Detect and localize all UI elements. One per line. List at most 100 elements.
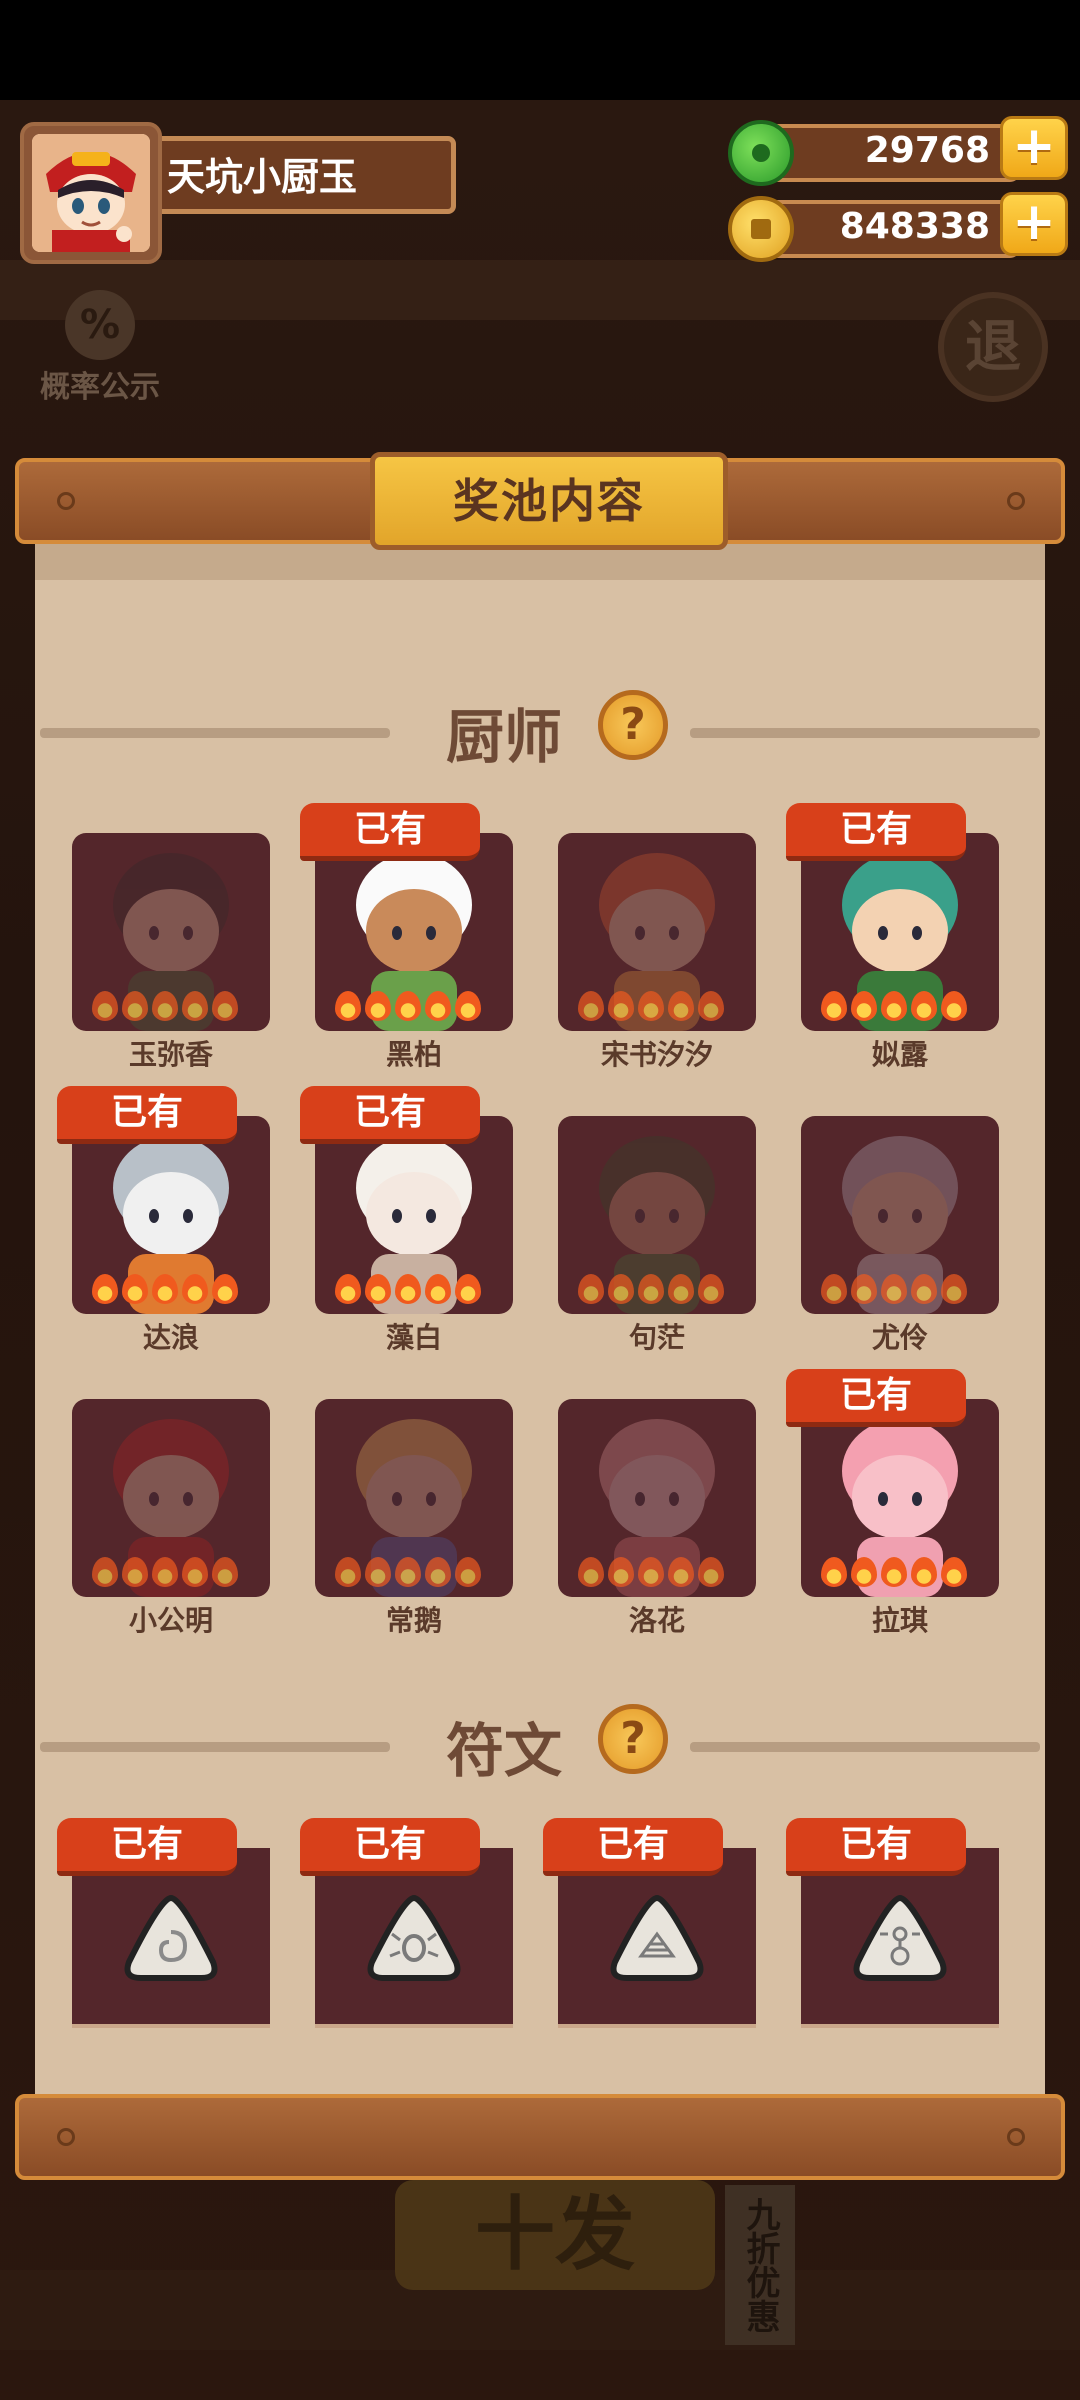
flame-icon [821, 1274, 847, 1304]
chef-card[interactable] [315, 833, 513, 1031]
star-rating [578, 1557, 728, 1591]
chef-help-button[interactable]: ? [598, 690, 668, 760]
owned-badge: 已有 [543, 1818, 723, 1876]
flame-icon [425, 991, 451, 1021]
chef-name: 玉弥香 [128, 1038, 213, 1071]
chef-card[interactable] [801, 833, 999, 1031]
chef-name: 句茫 [628, 1321, 685, 1354]
flame-icon [698, 1274, 724, 1304]
star-rating [578, 1274, 728, 1308]
chef-name: 宋书汐汐 [600, 1038, 713, 1071]
player-avatar[interactable] [20, 122, 162, 264]
exit-button[interactable]: 退 [938, 292, 1048, 402]
discount-tag: 九折优惠 [725, 2185, 795, 2345]
star-rating [578, 991, 728, 1025]
probability-button[interactable]: % 概率公示 [30, 290, 170, 410]
chef-card[interactable] [558, 1399, 756, 1597]
star-rating [92, 991, 242, 1025]
flower-rune-icon [853, 1894, 947, 1981]
flame-icon [152, 1274, 178, 1304]
flame-icon [941, 991, 967, 1021]
chef-card[interactable] [801, 1116, 999, 1314]
flame-icon [212, 1557, 238, 1587]
chef-name: 达浪 [142, 1321, 199, 1354]
flame-icon [212, 991, 238, 1021]
chef-name: 小公明 [128, 1604, 213, 1637]
section-divider [40, 728, 390, 738]
chef-card[interactable] [72, 1116, 270, 1314]
flame-icon [911, 991, 937, 1021]
flame-icon [608, 991, 634, 1021]
chef-name: 黑柏 [385, 1038, 442, 1071]
owned-badge: 已有 [300, 1818, 480, 1876]
coin-value: 848338 [839, 206, 990, 247]
flame-icon [365, 1557, 391, 1587]
flame-icon [212, 1274, 238, 1304]
section-divider [690, 728, 1040, 738]
section-divider [40, 1742, 390, 1752]
flame-icon [851, 1557, 877, 1587]
chef-name: 姒露 [871, 1038, 928, 1071]
coin-icon [728, 196, 794, 262]
flame-icon [182, 991, 208, 1021]
chef-card[interactable] [315, 1399, 513, 1597]
chef-name: 藻白 [385, 1321, 442, 1354]
probability-label: 概率公示 [40, 370, 160, 405]
rune-help-button[interactable]: ? [598, 1704, 668, 1774]
flame-icon [851, 991, 877, 1021]
rune-section-title: 符文 [446, 1717, 563, 1785]
player-name: 天坑小厨玉 [167, 155, 358, 199]
star-rating [821, 1557, 971, 1591]
flame-icon [335, 1274, 361, 1304]
flame-icon [578, 991, 604, 1021]
flame-icon [941, 1557, 967, 1587]
chef-name: 洛花 [628, 1604, 685, 1637]
chef-card[interactable] [72, 833, 270, 1031]
avatar-portrait [32, 134, 150, 252]
add-jade-button[interactable]: + [1000, 116, 1068, 180]
ten-pull-button[interactable]: 十发 [395, 2180, 715, 2290]
flame-icon [395, 1274, 421, 1304]
chef-name: 常鹅 [385, 1604, 442, 1637]
jade-value: 29768 [864, 130, 990, 171]
flame-icon [668, 1557, 694, 1587]
flame-icon [608, 1557, 634, 1587]
star-rating [821, 991, 971, 1025]
owned-badge: 已有 [300, 1086, 480, 1144]
flame-icon [821, 991, 847, 1021]
nail-icon [57, 492, 75, 510]
flame-icon [638, 1557, 664, 1587]
flame-icon [638, 991, 664, 1021]
chef-card[interactable] [72, 1399, 270, 1597]
flame-icon [455, 1274, 481, 1304]
spiral-rune-icon [124, 1894, 218, 1981]
nail-icon [57, 2128, 75, 2146]
flame-icon [881, 1557, 907, 1587]
flame-icon [152, 991, 178, 1021]
status-bar-area [0, 0, 1080, 100]
nail-icon [1007, 2128, 1025, 2146]
flame-icon [122, 1274, 148, 1304]
chef-card[interactable] [315, 1116, 513, 1314]
chef-card[interactable] [558, 1116, 756, 1314]
chef-card[interactable] [558, 833, 756, 1031]
flame-icon [365, 1274, 391, 1304]
flame-icon [335, 991, 361, 1021]
flame-icon [395, 1557, 421, 1587]
chef-name: 拉琪 [871, 1604, 928, 1637]
flame-icon [182, 1557, 208, 1587]
chef-section-title: 厨师 [446, 703, 563, 771]
star-rating [92, 1557, 242, 1591]
bottom-plank [15, 2094, 1065, 2180]
flame-icon [821, 1557, 847, 1587]
flame-icon [122, 1557, 148, 1587]
mountain-rune-icon [610, 1894, 704, 1981]
flame-icon [395, 991, 421, 1021]
add-coin-button[interactable]: + [1000, 192, 1068, 256]
flame-icon [911, 1557, 937, 1587]
flame-icon [122, 991, 148, 1021]
flame-icon [425, 1557, 451, 1587]
owned-badge: 已有 [57, 1818, 237, 1876]
beetle-rune-icon [367, 1894, 461, 1981]
chef-card[interactable] [801, 1399, 999, 1597]
